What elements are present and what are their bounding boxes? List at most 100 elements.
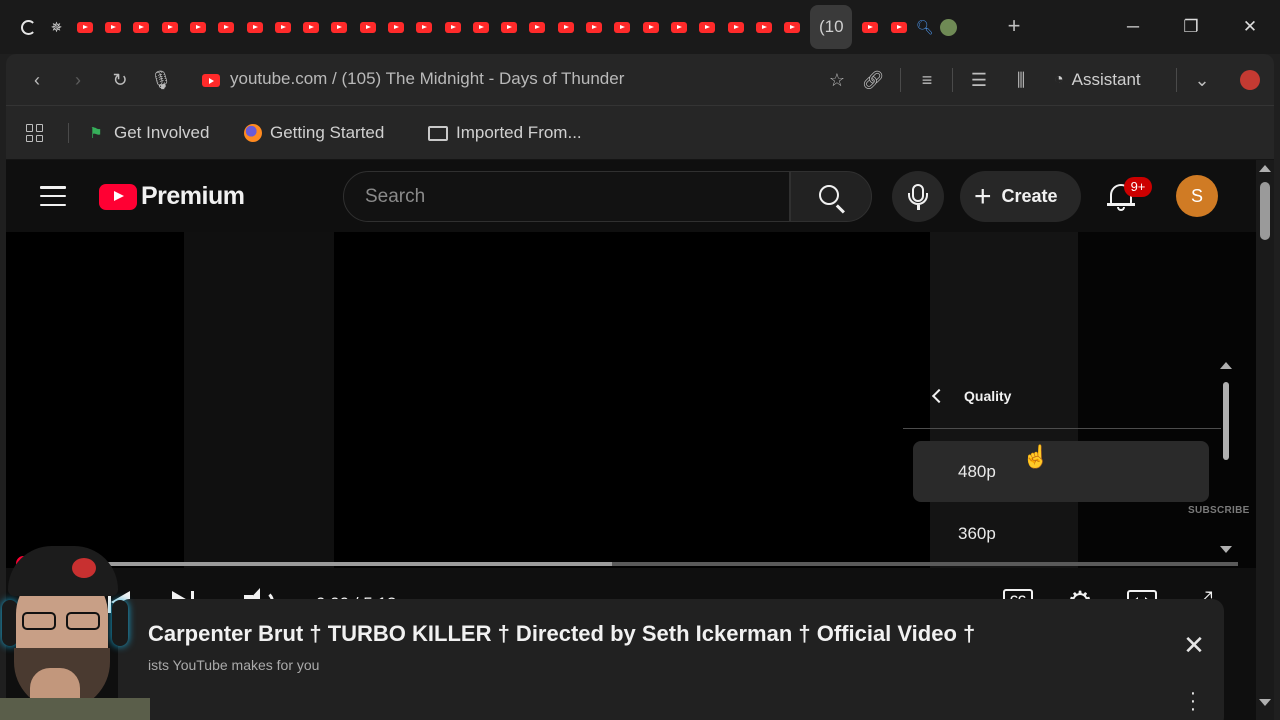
tab-youtube[interactable] [693,12,721,42]
video-player[interactable]: Quality 480p 360p SUBSCRIBE ☝ 0:00 / 5:1… [6,232,1256,617]
youtube-tab-icon [755,21,772,33]
tab-youtube[interactable] [721,12,749,42]
tab-bug[interactable]: ✵ [42,12,70,42]
tab-youtube[interactable] [297,12,325,42]
assistant-button[interactable]: ◔ Assistant [1054,68,1141,92]
quality-title: Quality [964,388,1012,404]
profile-avatar[interactable] [1240,70,1260,90]
audio-wave-icon[interactable]: ⫼ [1008,67,1034,93]
firefox-icon [244,124,262,142]
bookmark-get-involved[interactable]: ⚑ Get Involved [86,121,209,145]
streamer-glasses [22,612,104,630]
scroll-down-icon[interactable] [1259,699,1271,706]
toolbar-divider [952,68,953,92]
tab-youtube[interactable] [608,12,636,42]
tab-youtube[interactable] [885,12,913,42]
bookmark-getting-started[interactable]: Getting Started [244,121,384,145]
minimize-button[interactable]: ─ [1113,10,1153,44]
tab-youtube[interactable] [212,12,240,42]
page-scroll-thumb[interactable] [1260,182,1270,240]
tab-youtube[interactable] [240,12,268,42]
search-input[interactable] [343,171,790,222]
tab-avatar[interactable] [937,12,961,42]
quality-back-button[interactable]: Quality [930,384,1011,408]
bookmark-imported-from[interactable]: Imported From... [428,121,582,145]
voice-search-button[interactable] [892,171,944,222]
forward-button[interactable]: › [65,67,91,93]
tab-youtube[interactable] [410,12,438,42]
tab-youtube[interactable] [665,12,693,42]
webcam-overlay [0,540,160,720]
close-icon[interactable]: ✕ [1182,632,1206,658]
tab-youtube[interactable] [778,12,806,42]
streamer-cap [8,546,118,596]
tab-youtube[interactable] [354,12,382,42]
tab-youtube[interactable] [269,12,297,42]
youtube-tab-icon [784,21,801,33]
chevron-down-icon[interactable]: ⌄ [1189,67,1215,93]
bookmark-star-icon[interactable]: ☆ [824,67,850,93]
page-scrollbar[interactable] [1256,160,1274,720]
playlist-icon[interactable]: ≡ [914,67,940,93]
progress-bar[interactable] [16,556,1238,571]
tab-youtube[interactable] [155,12,183,42]
tab-youtube[interactable] [382,12,410,42]
youtube-tab-icon [76,21,93,33]
tab-youtube[interactable] [325,12,353,42]
tab-youtube[interactable] [750,12,778,42]
headphone-right [112,600,128,646]
tab-youtube[interactable] [467,12,495,42]
new-tab-button[interactable]: + [1002,12,1026,42]
tab-youtube[interactable] [495,12,523,42]
voice-search-icon[interactable]: 🎙︎ [148,67,174,93]
reader-icon[interactable]: ☰ [966,67,992,93]
tab-youtube[interactable] [637,12,665,42]
tab-youtube[interactable] [71,12,99,42]
scroll-up-icon[interactable] [1259,165,1271,172]
youtube-tab-icon [529,21,546,33]
more-options-icon[interactable]: · · · [1188,683,1198,719]
tab-youtube[interactable] [856,12,884,42]
menu-divider [903,428,1221,429]
upnext-title[interactable]: Carpenter Brut † TURBO KILLER † Directed… [148,621,975,647]
tab-youtube[interactable] [580,12,608,42]
subscribe-watermark[interactable]: SUBSCRIBE [1188,505,1250,516]
youtube-tab-icon [890,21,907,33]
tab-youtube[interactable] [127,12,155,42]
search-button[interactable] [790,171,872,222]
tab-browser[interactable] [14,12,42,42]
url-field[interactable]: youtube.com / (105) The Midnight - Days … [230,69,624,89]
tab-youtube[interactable] [184,12,212,42]
tab-youtube[interactable] [523,12,551,42]
close-window-button[interactable]: ✕ [1230,10,1270,44]
youtube-tab-icon [614,21,631,33]
link-icon[interactable]: 🔗︎ [860,67,886,93]
apps-grid-icon[interactable] [26,124,44,142]
streamer-shirt [0,698,150,720]
menu-scroll-up-icon[interactable] [1220,362,1232,369]
tab-search[interactable]: 🔍︎ [913,12,937,42]
quality-menu: Quality 480p 360p [892,356,1242,566]
youtube-logo[interactable]: Premium [99,182,245,211]
upnext-banner[interactable]: Carpenter Brut † TURBO KILLER † Directed… [118,599,1224,720]
tab-list: ✵ (10 🔍︎ [14,5,961,49]
reload-button[interactable]: ↻ [107,67,133,93]
quality-option-360p[interactable]: 360p [913,503,1209,564]
tab-youtube[interactable] [552,12,580,42]
restore-button[interactable]: ❐ [1171,10,1211,44]
youtube-page: Premium + Create 9+ S Quality 480p 360p … [6,160,1256,720]
video-pillar-left [184,232,334,568]
create-button[interactable]: + Create [960,171,1081,222]
youtube-tab-icon [501,21,518,33]
youtube-tab-icon [331,21,348,33]
tab-youtube[interactable] [438,12,466,42]
youtube-tab-icon [444,21,461,33]
back-button[interactable]: ‹ [24,67,50,93]
tab-youtube[interactable] [99,12,127,42]
quality-option-480p[interactable]: 480p [913,441,1209,502]
menu-icon[interactable] [40,186,66,206]
menu-scroll-down-icon[interactable] [1220,546,1232,553]
menu-scrollbar[interactable] [1223,382,1229,460]
tab-active[interactable]: (10 [810,5,853,49]
user-avatar[interactable]: S [1176,175,1218,217]
